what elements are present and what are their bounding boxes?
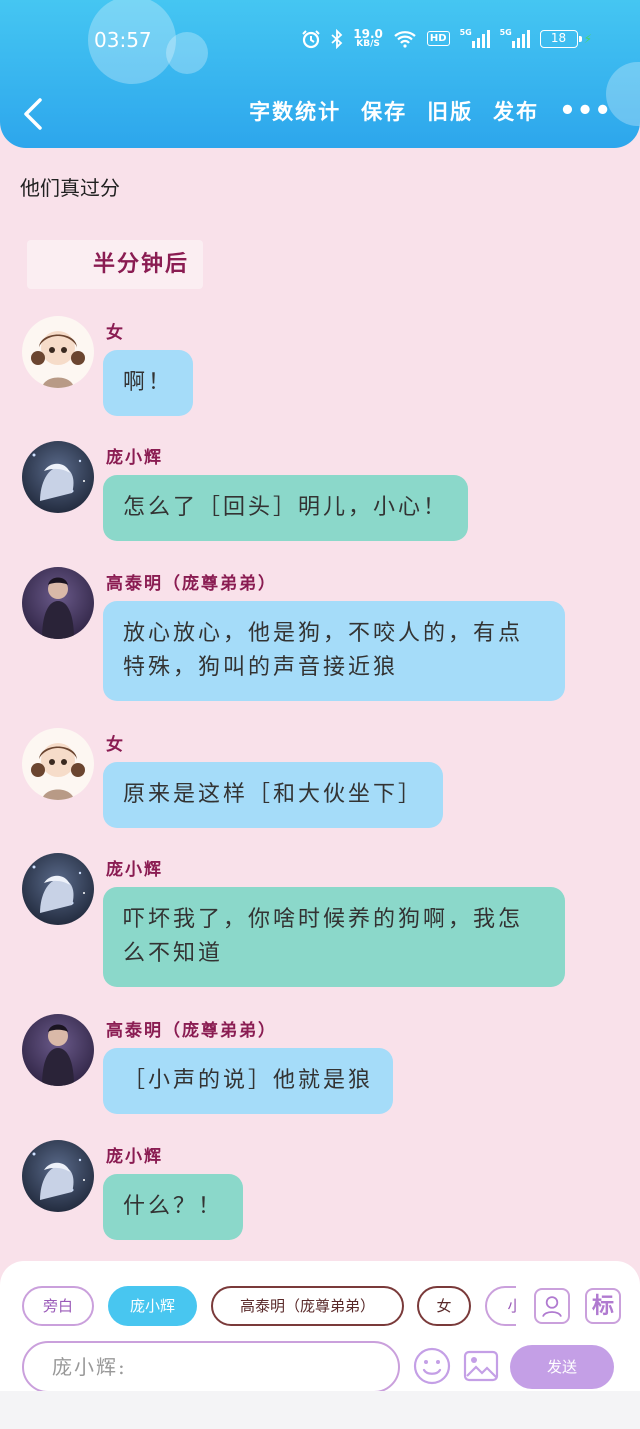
speaker-name: 高泰明（庞尊弟弟） <box>106 1021 277 1041</box>
message-bubble[interactable]: 吓坏我了，你啥时候养的狗啊，我怎 么不知道 <box>103 887 565 987</box>
tag-button[interactable]: 标 <box>585 1288 621 1324</box>
signal-icon: 5G <box>500 28 530 48</box>
speaker-chips: 旁白 庞小辉 高泰明（庞尊弟弟） 女 小 <box>22 1286 516 1326</box>
network-speed: 19.0 KB/S <box>353 27 383 49</box>
top-bar: 03:57 19.0 KB/S HD 5G 5G 18 ⚡ 字数统计 保存 旧版 … <box>0 0 640 148</box>
message-line: 吓坏我了，你啥时候养的狗啊，我怎 <box>123 907 524 932</box>
message-bubble[interactable]: 放心放心，他是狗，不咬人的，有点 特殊，狗叫的声音接近狼 <box>103 601 565 701</box>
chip-pang-xiaohui[interactable]: 庞小辉 <box>108 1286 197 1326</box>
back-button[interactable] <box>20 96 50 132</box>
message-bubble[interactable]: 啊！ <box>103 350 194 416</box>
message-bubble[interactable]: 怎么了［回头］明儿，小心！ <box>103 475 469 541</box>
more-icon[interactable]: ••• <box>559 98 612 124</box>
message-line: 放心放心，他是狗，不咬人的，有点 <box>123 621 524 646</box>
document-title[interactable]: 他们真过分 <box>20 172 120 201</box>
alarm-icon <box>302 29 320 48</box>
message-input[interactable]: 庞小辉: <box>22 1341 400 1393</box>
chip-xiao[interactable]: 小 <box>485 1286 516 1326</box>
save-button[interactable]: 保存 <box>361 96 407 126</box>
girl-avatar[interactable] <box>22 316 94 388</box>
word-count-button[interactable]: 字数统计 <box>249 96 341 126</box>
bluetooth-icon <box>331 28 343 49</box>
speaker-name: 女 <box>106 735 125 755</box>
image-icon[interactable] <box>462 1347 500 1385</box>
message-line: 特殊，狗叫的声音接近狼 <box>123 655 399 680</box>
narration-note[interactable]: 半分钟后 <box>27 240 203 289</box>
status-icons: 19.0 KB/S HD 5G 5G 18 ⚡ <box>301 28 592 49</box>
old-version-button[interactable]: 旧版 <box>427 96 473 126</box>
signal-icon: 5G <box>460 28 490 48</box>
composer-panel: 旁白 庞小辉 高泰明（庞尊弟弟） 女 小 标 庞小辉: 发送 <box>0 1261 640 1393</box>
battery-icon: 18 <box>539 29 582 48</box>
message-line: 么不知道 <box>123 941 224 966</box>
speaker-name: 庞小辉 <box>106 448 163 468</box>
message-bubble[interactable]: 什么？！ <box>103 1174 244 1240</box>
send-button[interactable]: 发送 <box>510 1345 614 1389</box>
decor-bubble <box>166 32 208 74</box>
nav-actions: 字数统计 保存 旧版 发布 ••• <box>249 96 612 126</box>
gao-taiming-avatar[interactable] <box>22 1014 94 1086</box>
speaker-name: 高泰明（庞尊弟弟） <box>106 574 277 594</box>
gao-taiming-avatar[interactable] <box>22 567 94 639</box>
pang-xiaohui-avatar[interactable] <box>22 441 94 513</box>
status-time: 03:57 <box>94 28 152 52</box>
speaker-name: 庞小辉 <box>106 860 163 880</box>
girl-avatar[interactable] <box>22 728 94 800</box>
character-icon[interactable] <box>534 1288 570 1324</box>
message-bubble[interactable]: ［小声的说］他就是狼 <box>103 1048 394 1114</box>
chip-gao-taiming[interactable]: 高泰明（庞尊弟弟） <box>211 1286 404 1326</box>
chip-narrator[interactable]: 旁白 <box>22 1286 94 1326</box>
publish-button[interactable]: 发布 <box>493 96 539 126</box>
wifi-icon <box>394 30 416 48</box>
speaker-name: 女 <box>106 323 125 343</box>
message-bubble[interactable]: 原来是这样［和大伙坐下］ <box>103 762 444 828</box>
chip-girl[interactable]: 女 <box>417 1286 471 1326</box>
system-nav-bar <box>0 1391 640 1429</box>
pang-xiaohui-avatar[interactable] <box>22 1140 94 1212</box>
speaker-name: 庞小辉 <box>106 1147 163 1167</box>
pang-xiaohui-avatar[interactable] <box>22 853 94 925</box>
charging-icon: ⚡ <box>583 31 592 46</box>
emoji-icon[interactable] <box>412 1346 452 1386</box>
hd-badge: HD <box>426 31 450 46</box>
